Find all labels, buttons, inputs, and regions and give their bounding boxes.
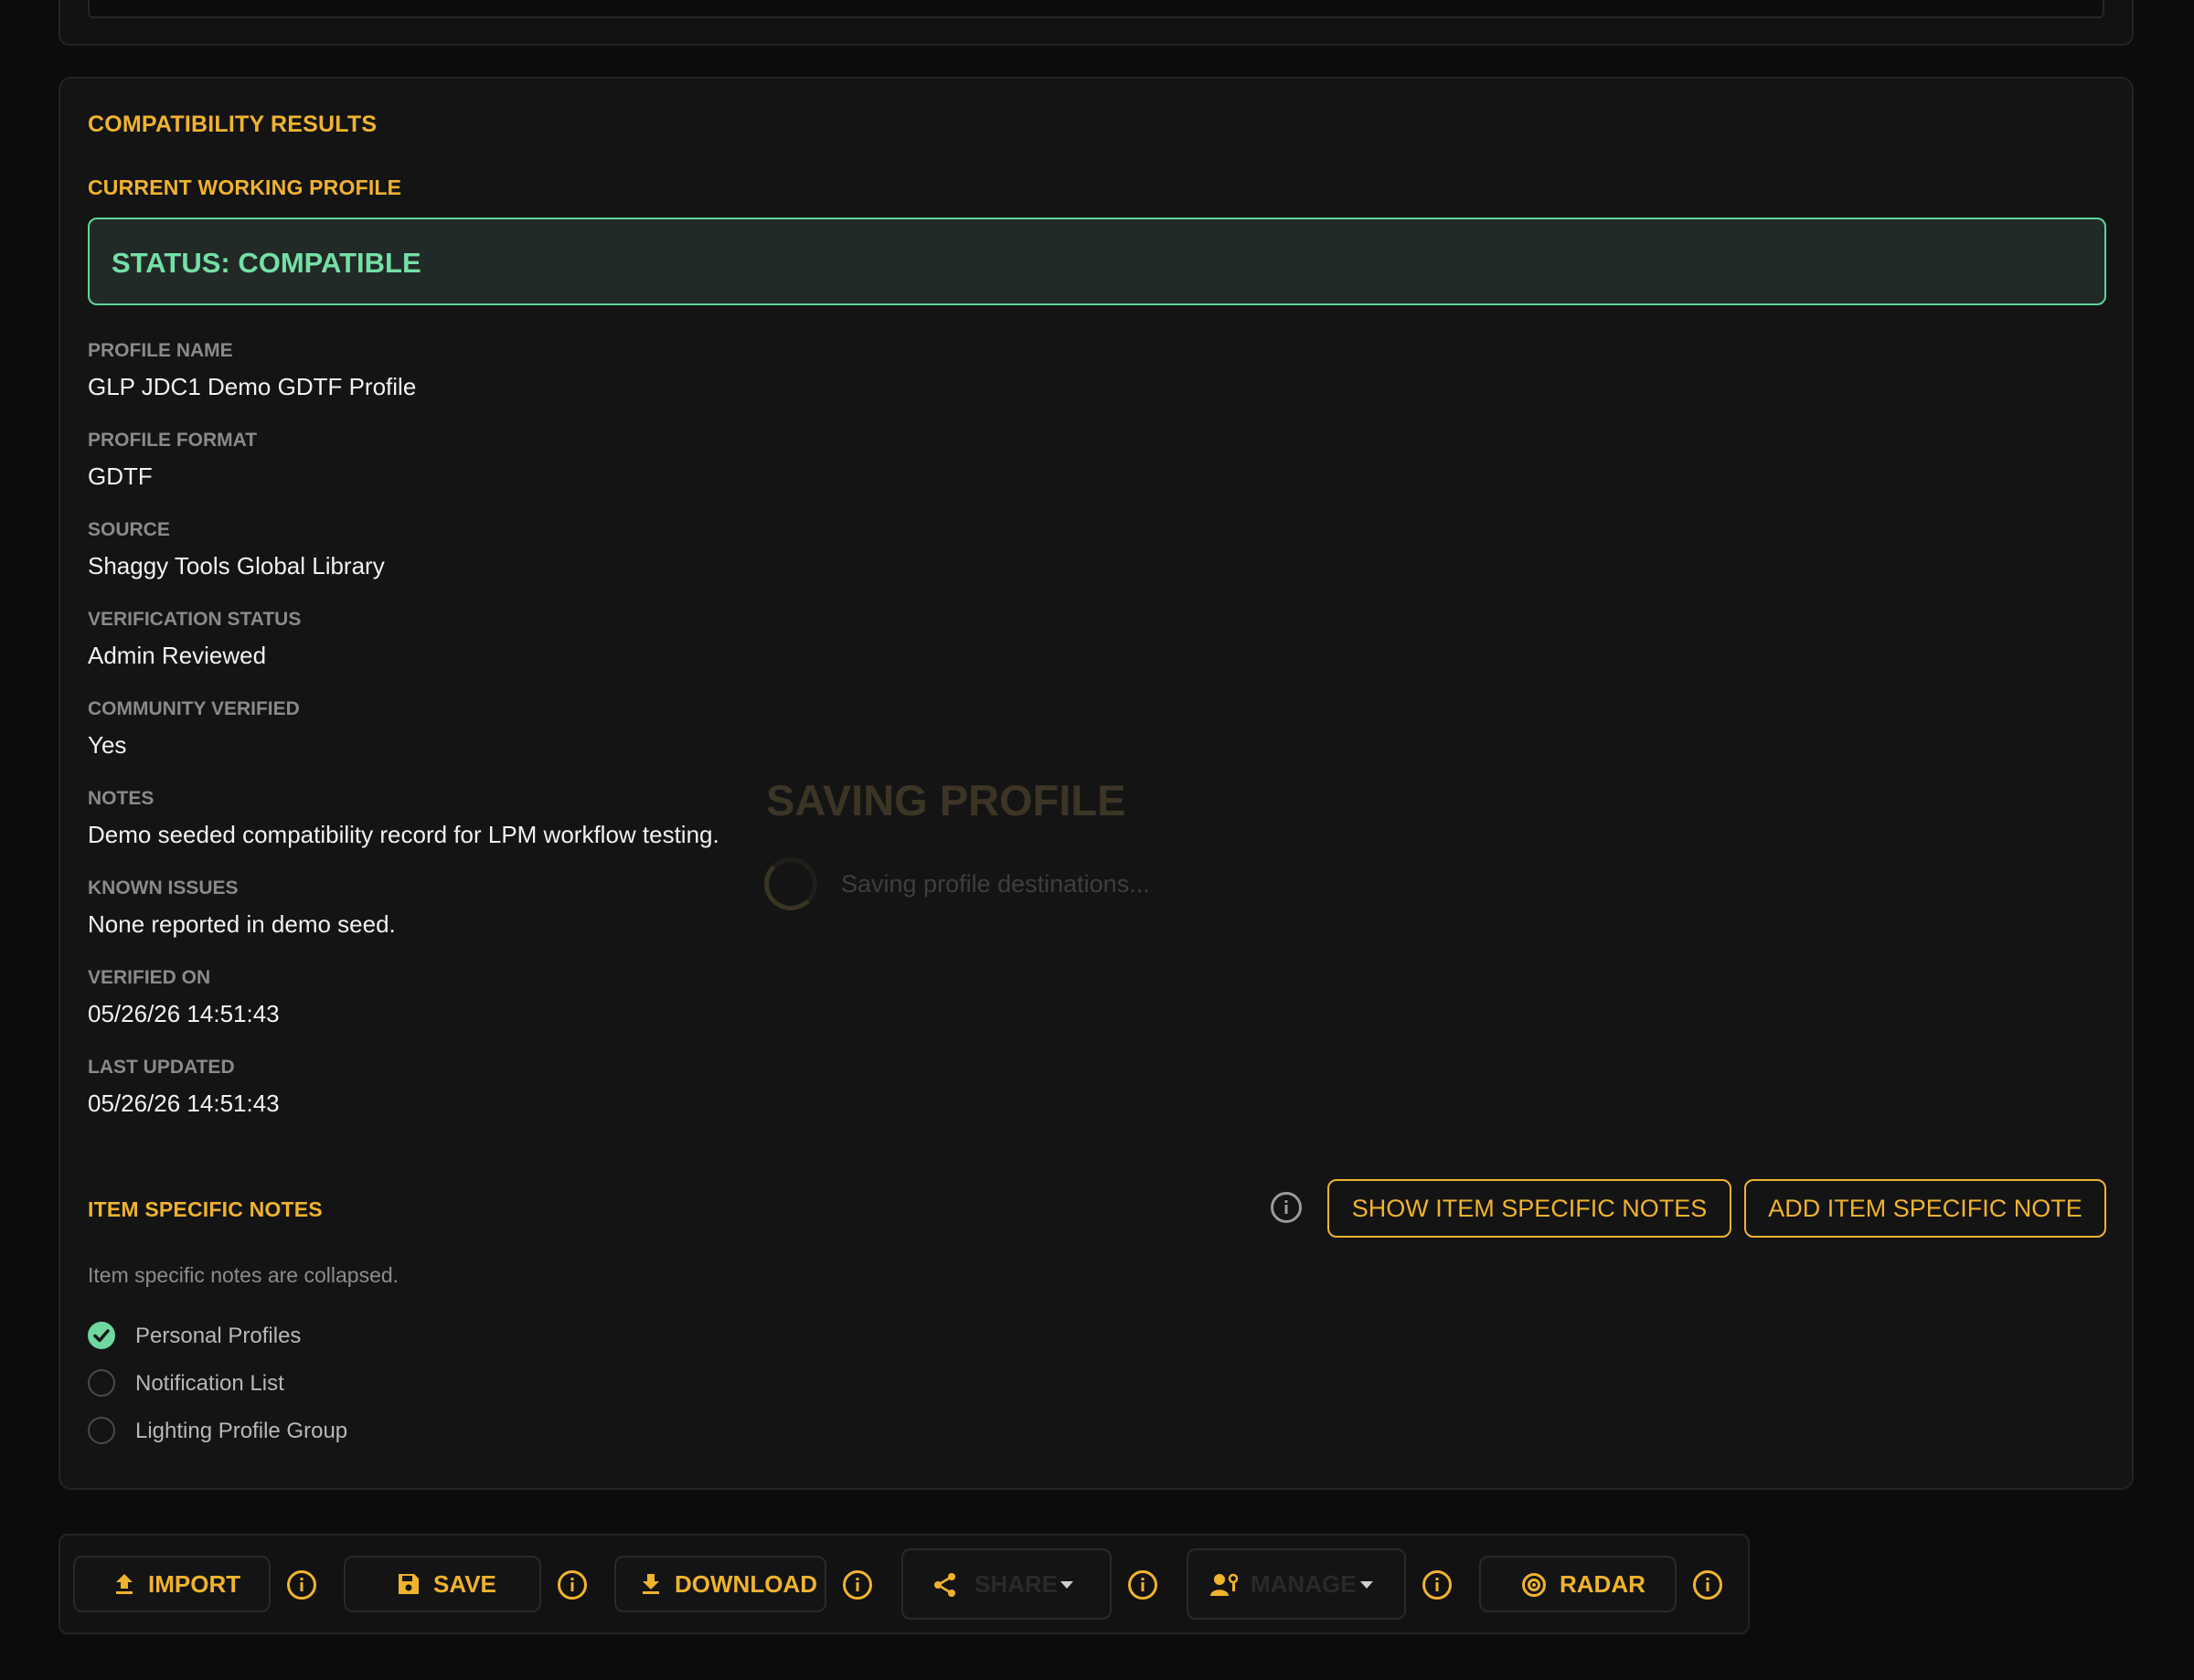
import-button[interactable]: IMPORT [73,1556,271,1612]
download-label: DOWNLOAD [675,1570,817,1598]
field-value-verified-on: 05/26/26 14:51:43 [88,1000,280,1027]
info-icon[interactable] [843,1570,872,1600]
show-item-specific-notes-button[interactable]: SHOW ITEM SPECIFIC NOTES [1327,1179,1731,1238]
share-icon [934,1573,955,1597]
notes-collapsed-message: Item specific notes are collapsed. [88,1263,399,1287]
field-label-profile-format: PROFILE FORMAT [88,430,258,451]
field-label-notes: NOTES [88,788,154,809]
info-icon[interactable] [1128,1570,1157,1600]
current-working-profile-title: CURRENT WORKING PROFILE [88,175,402,199]
radar-icon [1522,1573,1546,1597]
chevron-down-icon [1360,1581,1373,1589]
field-label-verified-on: VERIFIED ON [88,967,211,988]
download-icon [643,1574,659,1594]
field-value-last-updated: 05/26/26 14:51:43 [88,1090,280,1117]
field-label-last-updated: LAST UPDATED [88,1057,235,1078]
share-dropdown-button[interactable]: SHARE [901,1548,1112,1620]
destination-label: Notification List [135,1371,284,1396]
field-value-verification-status: Admin Reviewed [88,642,267,669]
field-label-verification-status: VERIFICATION STATUS [88,609,302,630]
info-icon[interactable] [1422,1570,1452,1600]
import-label: IMPORT [148,1570,241,1598]
save-button[interactable]: SAVE [344,1556,541,1612]
status-banner: STATUS: COMPATIBLE [88,218,2106,305]
manage-dropdown-button[interactable]: MANAGE [1187,1548,1406,1620]
upload-icon [116,1574,133,1594]
destination-label: Personal Profiles [135,1324,302,1348]
status-text: STATUS: COMPATIBLE [112,247,421,279]
loading-spinner [764,857,817,910]
download-button[interactable]: DOWNLOAD [614,1556,826,1612]
saving-profile-title: SAVING PROFILE [766,776,1126,824]
radio-unchecked-icon[interactable] [88,1369,115,1397]
save-label: SAVE [433,1570,496,1598]
info-icon[interactable] [1693,1570,1722,1600]
item-specific-notes-title: ITEM SPECIFIC NOTES [88,1197,323,1221]
field-value-notes: Demo seeded compatibility record for LPM… [88,821,719,848]
field-value-known-issues: None reported in demo seed. [88,910,396,938]
manage-label: MANAGE [1251,1570,1357,1598]
field-value-profile-name: GLP JDC1 Demo GDTF Profile [88,373,417,400]
add-item-specific-note-button[interactable]: ADD ITEM SPECIFIC NOTE [1744,1179,2106,1238]
destination-label: Lighting Profile Group [135,1419,348,1443]
field-label-known-issues: KNOWN ISSUES [88,877,239,898]
field-label-community-verified: COMMUNITY VERIFIED [88,698,300,719]
page: COMPATIBILITY RESULTS CURRENT WORKING PR… [0,0,2194,1680]
field-value-source: Shaggy Tools Global Library [88,552,385,579]
field-label-source: SOURCE [88,519,170,540]
floppy-disk-icon [399,1574,419,1594]
manage-users-icon [1210,1573,1239,1596]
radar-label: RADAR [1560,1570,1646,1598]
previous-card [59,0,2134,46]
field-value-community-verified: Yes [88,731,127,759]
compatibility-results-title: COMPATIBILITY RESULTS [88,112,378,137]
previous-card-inner [88,0,2104,18]
field-label-profile-name: PROFILE NAME [88,340,233,361]
info-icon[interactable] [1271,1192,1302,1223]
info-icon[interactable] [287,1570,316,1600]
checkmark-icon[interactable] [88,1322,115,1349]
field-value-profile-format: GDTF [88,463,153,490]
radio-unchecked-icon[interactable] [88,1417,115,1444]
radar-button[interactable]: RADAR [1479,1556,1677,1612]
chevron-down-icon [1060,1581,1073,1589]
share-label: SHARE [975,1570,1059,1598]
info-icon[interactable] [558,1570,587,1600]
saving-profile-message: Saving profile destinations... [841,870,1150,898]
